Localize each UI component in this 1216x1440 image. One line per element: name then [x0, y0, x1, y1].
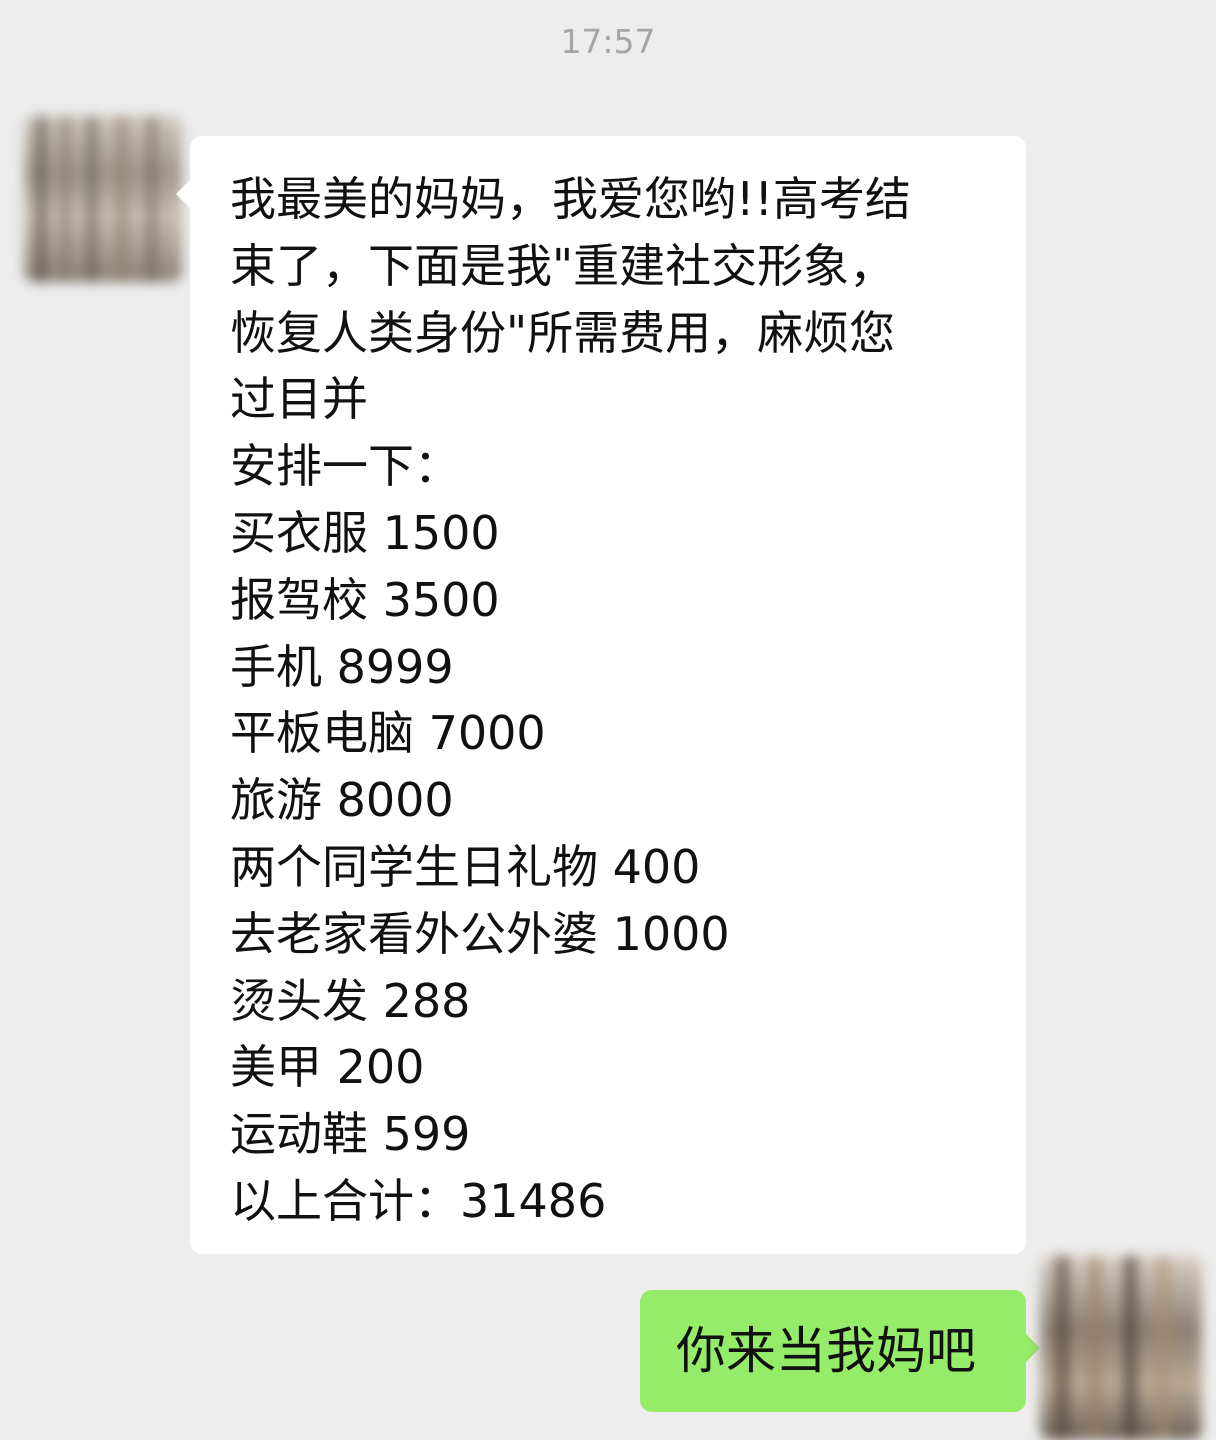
expense-total: 以上合计：31486: [230, 1173, 607, 1228]
message-line: 束了，下面是我"重建社交形象，: [230, 238, 896, 293]
expense-item: 手机 8999: [230, 639, 454, 694]
sender-avatar[interactable]: [24, 116, 182, 282]
expense-item: 平板电脑 7000: [230, 706, 546, 761]
message-line: 恢复人类身份"所需费用，麻烦您: [230, 305, 896, 360]
message-timestamp: 17:57: [560, 22, 656, 61]
expense-item: 运动鞋 599: [230, 1107, 471, 1162]
expense-item: 报驾校 3500: [230, 572, 500, 627]
expense-item: 旅游 8000: [230, 773, 454, 828]
expense-item: 两个同学生日礼物 400: [230, 839, 701, 894]
message-line: 我最美的妈妈，我爱您哟!!高考结: [230, 172, 911, 226]
incoming-message-bubble[interactable]: 我最美的妈妈，我爱您哟!!高考结 束了，下面是我"重建社交形象， 恢复人类身份"…: [176, 136, 1026, 1254]
self-avatar[interactable]: [1040, 1256, 1202, 1440]
message-line: 安排一下：: [230, 439, 460, 494]
expense-item: 美甲 200: [230, 1040, 425, 1095]
outgoing-message-bubble[interactable]: 你来当我妈吧: [640, 1290, 1040, 1412]
expense-item: 买衣服 1500: [230, 505, 500, 560]
message-line: 过目并: [230, 372, 368, 427]
reply-text: 你来当我妈吧: [676, 1322, 976, 1380]
expense-item: 烫头发 288: [230, 973, 471, 1028]
expense-item: 去老家看外公外婆 1000: [230, 906, 730, 961]
